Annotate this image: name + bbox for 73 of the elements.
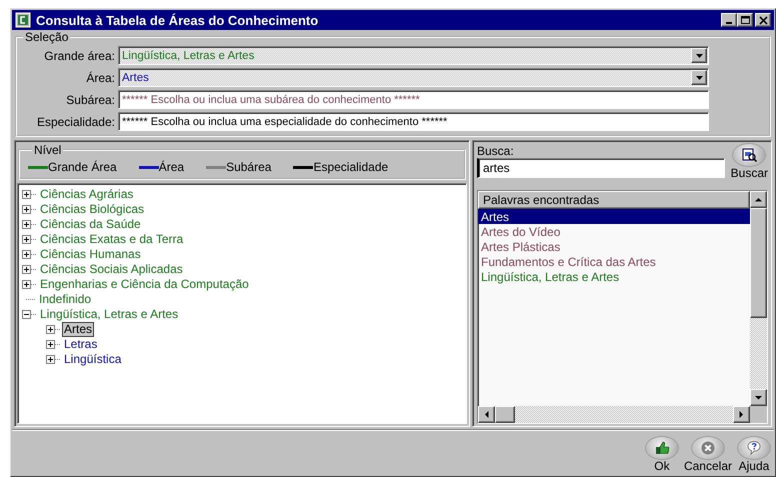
text-field[interactable]: ****** Escolha ou inclua uma subárea do conhecimento ****** <box>118 90 709 109</box>
right-arrow-icon <box>738 411 745 418</box>
field-label: Grande área: <box>43 48 115 62</box>
tree-item[interactable]: Indefinido <box>37 292 94 307</box>
expand-icon[interactable] <box>22 250 31 259</box>
legend-label: Grande Área <box>48 160 117 174</box>
list-header: Palavras encontradas <box>478 191 750 209</box>
cancel-button[interactable]: Cancelar <box>684 437 732 473</box>
maximize-icon <box>740 15 750 25</box>
text-field[interactable]: ****** Escolha ou inclua uma especialidade do conhecimento ****** <box>118 112 709 131</box>
expand-icon[interactable] <box>22 265 31 274</box>
expand-icon[interactable] <box>46 340 55 349</box>
left-arrow-icon <box>483 411 490 418</box>
expand-icon[interactable] <box>46 355 55 364</box>
scrollbar-corner <box>750 406 767 423</box>
up-arrow-icon <box>755 196 762 203</box>
scroll-left-button[interactable] <box>478 406 495 423</box>
scrollbar-thumb[interactable] <box>495 406 515 423</box>
legend-label: Área <box>158 160 184 174</box>
close-icon <box>758 15 768 25</box>
legend-label: Subárea <box>226 160 272 174</box>
scrollbar-thumb[interactable] <box>750 208 767 318</box>
tree-item[interactable]: Ciências Agrárias <box>38 187 136 202</box>
tree-item[interactable]: Ciências da Saúde <box>38 217 143 232</box>
field-label: Subárea: <box>65 92 115 106</box>
minimize-icon <box>726 22 732 24</box>
expand-icon[interactable] <box>46 325 55 334</box>
tree-item[interactable]: Engenharias e Ciência da Computação <box>38 277 251 292</box>
dropdown-field[interactable]: Artes <box>118 68 709 87</box>
dropdown-field[interactable]: Lingüística, Letras e Artes <box>118 46 709 65</box>
close-button[interactable] <box>755 13 771 27</box>
field-label: Área: <box>85 70 115 84</box>
tree-item[interactable]: Ciências Biológicas <box>38 202 146 217</box>
tree-item[interactable]: Ciências Sociais Aplicadas <box>38 262 185 277</box>
result-item[interactable]: Artes <box>478 209 750 224</box>
document-search-icon <box>741 148 758 162</box>
maximize-button[interactable] <box>737 13 753 27</box>
expand-icon[interactable] <box>22 235 31 244</box>
x-circle-icon <box>700 440 716 456</box>
tree-item[interactable]: Artes <box>62 322 94 337</box>
tree-item[interactable]: Ciências Humanas <box>38 247 143 262</box>
collapse-icon[interactable] <box>22 310 31 319</box>
tree-item[interactable]: Ciências Exatas e da Terra <box>38 232 186 247</box>
window-title: Consulta à Tabela de Áreas do Conhecimento <box>36 12 320 28</box>
down-arrow-icon <box>755 394 762 401</box>
dropdown-button[interactable] <box>691 70 707 85</box>
expand-icon[interactable] <box>22 280 31 289</box>
caret-icon <box>696 76 702 80</box>
minimize-button[interactable] <box>721 13 737 27</box>
dropdown-button[interactable] <box>691 48 707 63</box>
legend-label: Especialidade <box>313 160 388 174</box>
expand-icon[interactable] <box>22 220 31 229</box>
tree-item[interactable]: Letras <box>62 337 100 352</box>
search-field[interactable]: artes <box>477 158 725 178</box>
field-label: Busca: <box>477 144 515 158</box>
group-title: Seleção <box>24 30 70 44</box>
scroll-up-button[interactable] <box>750 191 767 208</box>
help-icon <box>746 440 762 456</box>
tree-item[interactable]: Lingüística <box>62 352 124 367</box>
expand-icon[interactable] <box>22 205 31 214</box>
app-icon <box>15 12 31 28</box>
caret-icon <box>696 54 702 58</box>
scroll-down-button[interactable] <box>750 389 767 406</box>
thumbs-up-icon <box>654 440 670 456</box>
result-item[interactable]: Artes do Vídeo <box>478 224 750 239</box>
scroll-right-button[interactable] <box>733 406 750 423</box>
group-title: Nível <box>33 143 62 157</box>
expand-icon[interactable] <box>22 190 31 199</box>
result-item[interactable]: Fundamentos e Crítica das Artes <box>478 254 750 269</box>
tree-item[interactable]: Lingüística, Letras e Artes <box>38 307 180 322</box>
result-item[interactable]: Lingüística, Letras e Artes <box>478 269 750 284</box>
field-label: Especialidade: <box>36 114 115 128</box>
result-item[interactable]: Artes Plásticas <box>478 239 750 254</box>
